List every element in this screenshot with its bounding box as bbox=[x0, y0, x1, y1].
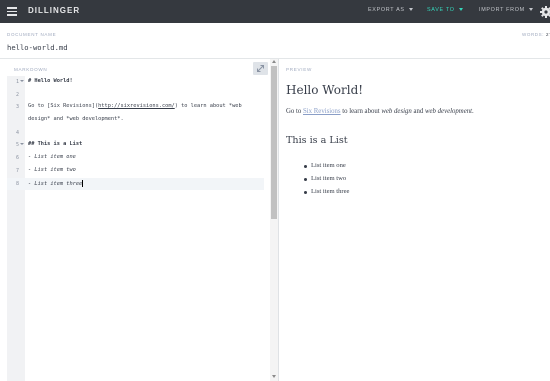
code-line[interactable]: 7 - List item two bbox=[0, 165, 270, 177]
code-segment: Go to [Six Revisions]( bbox=[28, 103, 99, 109]
list-item-text: List item two bbox=[311, 175, 347, 182]
caret-down-icon bbox=[458, 8, 463, 12]
preview-list-item: List item two bbox=[304, 175, 347, 182]
code-text: design* and *web development*. bbox=[28, 116, 124, 122]
code-text: - List item three bbox=[28, 180, 84, 187]
markdown-editor-pane[interactable]: MARKDOWN 1 # Hello World! 2 3 Go to [Six… bbox=[0, 59, 279, 381]
line-number: 5 bbox=[15, 142, 19, 148]
line-number: 1 bbox=[15, 79, 19, 85]
code-text: ## This is a List bbox=[28, 141, 83, 147]
scroll-up-arrow-icon[interactable] bbox=[272, 60, 276, 63]
preview-list-item: List item three bbox=[304, 188, 350, 195]
words-label: WORDS: bbox=[522, 32, 545, 37]
code-line[interactable]: 4 bbox=[0, 127, 270, 139]
bullet-icon bbox=[304, 190, 307, 194]
top-bar: DILLINGER EXPORT AS SAVE TO IMPORT FROM bbox=[0, 0, 550, 23]
markdown-label: MARKDOWN bbox=[14, 67, 48, 72]
line-number: 8 bbox=[15, 181, 19, 187]
import-from-label: IMPORT FROM bbox=[479, 7, 525, 13]
preview-heading-2: This is a List bbox=[286, 135, 348, 146]
bullet-icon bbox=[304, 177, 307, 181]
code-text: - List item two bbox=[28, 167, 76, 173]
line-number: 4 bbox=[15, 129, 19, 136]
fold-arrow-icon[interactable] bbox=[20, 80, 24, 82]
line-number: 6 bbox=[15, 155, 19, 161]
word-count: WORDS: 27 bbox=[522, 32, 550, 37]
preview-label: PREVIEW bbox=[286, 67, 313, 72]
list-item-text: List item three bbox=[311, 188, 350, 195]
code-line[interactable]: 2 bbox=[0, 89, 270, 101]
document-strip: DOCUMENT NAME hello-world.md WORDS: 27 bbox=[0, 23, 550, 59]
import-from-menu[interactable]: IMPORT FROM bbox=[479, 7, 533, 13]
paragraph-text: . bbox=[472, 108, 474, 115]
paragraph-text: to learn about bbox=[340, 108, 382, 115]
words-value: 27 bbox=[545, 32, 550, 37]
code-line[interactable]: 1 # Hello World! bbox=[0, 76, 270, 88]
emphasis-text: web design bbox=[381, 108, 412, 115]
expand-editor-button[interactable] bbox=[253, 62, 268, 75]
code-text: - List item one bbox=[28, 154, 76, 160]
code-url: http://sixrevisions.com/ bbox=[98, 103, 175, 109]
code-line[interactable]: 3 Go to [Six Revisions](http://sixrevisi… bbox=[0, 101, 270, 113]
code-line[interactable]: 5 ## This is a List bbox=[0, 139, 270, 151]
preview-pane: PREVIEW Hello World! Go to Six Revisions… bbox=[279, 59, 550, 381]
code-line[interactable]: design* and *web development*. bbox=[0, 114, 270, 126]
line-number: 7 bbox=[15, 168, 19, 174]
code-text: # Hello World! bbox=[28, 78, 73, 84]
line-number: 3 bbox=[15, 104, 19, 110]
editor-scrollbar[interactable] bbox=[270, 59, 278, 381]
code-line-active[interactable]: 8 - List item three bbox=[0, 178, 270, 190]
code-segment: - List item three bbox=[28, 181, 83, 187]
gear-icon[interactable] bbox=[539, 5, 550, 19]
scroll-thumb[interactable] bbox=[271, 66, 277, 219]
text-cursor bbox=[82, 180, 84, 187]
caret-down-icon bbox=[528, 8, 533, 12]
paragraph-text: Go to bbox=[286, 108, 303, 115]
code-segment: ) to learn about *web bbox=[174, 103, 242, 109]
code-text: Go to [Six Revisions](http://sixrevision… bbox=[28, 103, 242, 109]
line-number: 2 bbox=[15, 91, 19, 98]
hamburger-menu-icon[interactable] bbox=[7, 7, 17, 16]
preview-heading-1: Hello World! bbox=[286, 83, 364, 97]
export-as-label: EXPORT AS bbox=[368, 7, 405, 13]
code-line[interactable]: 6 - List item one bbox=[0, 152, 270, 164]
preview-paragraph: Go to Six Revisions to learn about web d… bbox=[286, 108, 474, 115]
bullet-icon bbox=[304, 164, 307, 168]
fold-arrow-icon[interactable] bbox=[20, 143, 24, 145]
app-brand: DILLINGER bbox=[28, 6, 81, 15]
export-as-menu[interactable]: EXPORT AS bbox=[368, 7, 413, 13]
scroll-down-arrow-icon[interactable] bbox=[272, 375, 276, 378]
document-name-label: DOCUMENT NAME bbox=[7, 32, 57, 37]
paragraph-text: and bbox=[411, 108, 425, 115]
save-to-menu[interactable]: SAVE TO bbox=[427, 7, 463, 13]
list-item-text: List item one bbox=[311, 162, 346, 169]
six-revisions-link[interactable]: Six Revisions bbox=[303, 108, 341, 115]
emphasis-text: web development bbox=[425, 108, 472, 115]
save-to-label: SAVE TO bbox=[427, 7, 455, 13]
expand-icon bbox=[257, 65, 264, 72]
caret-down-icon bbox=[408, 8, 413, 12]
preview-list-item: List item one bbox=[304, 162, 346, 169]
document-name-field[interactable]: hello-world.md bbox=[7, 43, 68, 52]
